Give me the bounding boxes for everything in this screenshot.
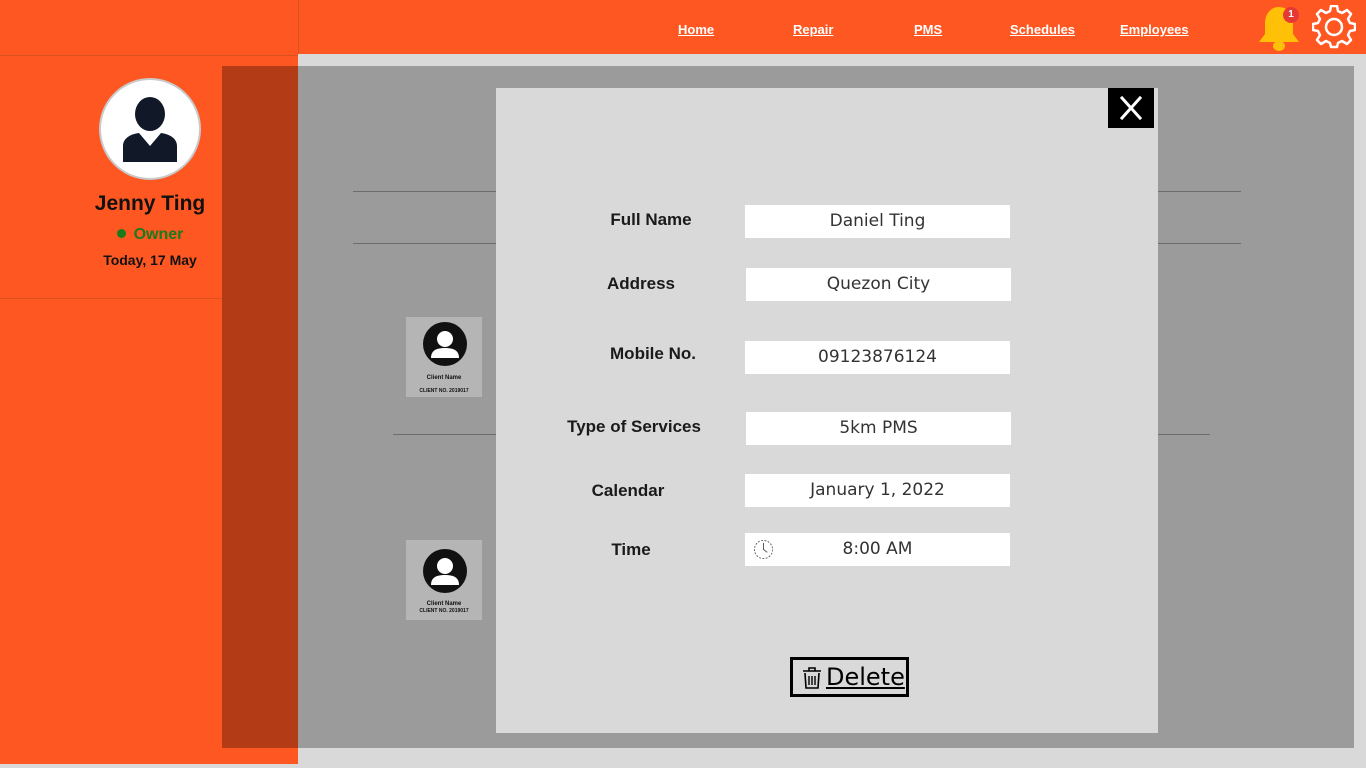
address-label: Address (606, 274, 676, 293)
user-role: Owner (0, 226, 300, 244)
client-number: CLIENT NO. 2019017 (419, 388, 469, 394)
gear-icon[interactable] (1311, 4, 1357, 49)
service-type-field[interactable]: 5km PMS (746, 412, 1011, 445)
current-date: Today, 17 May (103, 252, 197, 268)
time-field[interactable]: 8:00 AM (745, 533, 1010, 566)
nav-link-repair[interactable]: Repair (793, 22, 833, 37)
service-type-label: Type of Services (567, 417, 701, 436)
mobile-number-label: Mobile No. (610, 344, 696, 363)
topbar-divider (298, 0, 299, 54)
notification-badge: 1 (1283, 7, 1299, 23)
delete-label: Delete (826, 663, 905, 691)
overlay-shade-sidebar (222, 66, 298, 748)
close-icon (1119, 95, 1143, 121)
address-field[interactable]: Quezon City (746, 268, 1011, 301)
calendar-field[interactable]: January 1, 2022 (745, 474, 1010, 507)
user-name: Jenny Ting (94, 192, 206, 215)
nav-link-home[interactable]: Home (678, 22, 714, 37)
calendar-label: Calendar (591, 481, 665, 500)
user-avatar[interactable] (99, 78, 201, 180)
nav-link-pms[interactable]: PMS (914, 22, 942, 37)
close-modal-button[interactable] (1108, 88, 1154, 128)
nav-link-schedules[interactable]: Schedules (1010, 22, 1075, 37)
trash-icon (803, 667, 821, 689)
mobile-number-field[interactable]: 09123876124 (745, 341, 1010, 374)
time-label: Time (611, 540, 651, 559)
client-name: Client Name (426, 375, 462, 381)
client-number: CLIENT NO. 2019017 (419, 608, 469, 614)
status-dot-icon (116, 229, 126, 239)
client-avatar-icon (423, 549, 467, 593)
client-card[interactable]: Client Name CLIENT NO. 2019017 (406, 540, 482, 620)
appointment-detail-modal: Full Name Daniel Ting Address Quezon Cit… (496, 88, 1158, 733)
delete-button[interactable]: Delete (790, 657, 909, 697)
client-avatar-icon (423, 322, 467, 366)
person-icon (123, 97, 177, 162)
full-name-field[interactable]: Daniel Ting (745, 205, 1010, 238)
nav-link-employees[interactable]: Employees (1120, 22, 1189, 37)
clock-icon (753, 539, 774, 560)
client-name: Client Name (426, 601, 462, 607)
sidebar-top-divider (0, 55, 298, 56)
time-value: 8:00 AM (842, 539, 913, 559)
role-label: Owner (133, 226, 184, 243)
full-name-label: Full Name (610, 210, 692, 229)
client-card[interactable]: Client Name CLIENT NO. 2019017 (406, 317, 482, 397)
